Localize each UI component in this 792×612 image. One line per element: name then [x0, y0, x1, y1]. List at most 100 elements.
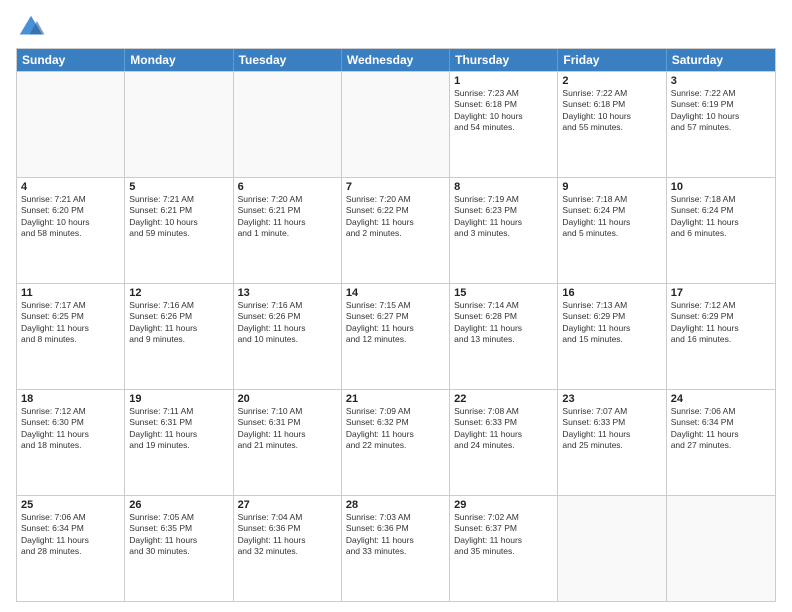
day-number: 14	[346, 287, 445, 299]
day-number: 3	[671, 75, 771, 87]
day-number: 13	[238, 287, 337, 299]
day-info: Sunrise: 7:04 AM Sunset: 6:36 PM Dayligh…	[238, 512, 337, 558]
weekday-header-wednesday: Wednesday	[342, 49, 450, 71]
calendar-row-4: 25Sunrise: 7:06 AM Sunset: 6:34 PM Dayli…	[17, 495, 775, 601]
calendar-cell: 9Sunrise: 7:18 AM Sunset: 6:24 PM Daylig…	[558, 178, 666, 283]
day-info: Sunrise: 7:07 AM Sunset: 6:33 PM Dayligh…	[562, 406, 661, 452]
day-number: 10	[671, 181, 771, 193]
day-number: 18	[21, 393, 120, 405]
day-number: 16	[562, 287, 661, 299]
weekday-header-saturday: Saturday	[667, 49, 775, 71]
calendar-cell: 16Sunrise: 7:13 AM Sunset: 6:29 PM Dayli…	[558, 284, 666, 389]
calendar-cell: 3Sunrise: 7:22 AM Sunset: 6:19 PM Daylig…	[667, 72, 775, 177]
calendar-cell: 27Sunrise: 7:04 AM Sunset: 6:36 PM Dayli…	[234, 496, 342, 601]
weekday-header-sunday: Sunday	[17, 49, 125, 71]
day-number: 5	[129, 181, 228, 193]
calendar-cell	[17, 72, 125, 177]
header	[16, 12, 776, 42]
day-info: Sunrise: 7:03 AM Sunset: 6:36 PM Dayligh…	[346, 512, 445, 558]
day-number: 4	[21, 181, 120, 193]
weekday-header-tuesday: Tuesday	[234, 49, 342, 71]
day-info: Sunrise: 7:02 AM Sunset: 6:37 PM Dayligh…	[454, 512, 553, 558]
day-info: Sunrise: 7:23 AM Sunset: 6:18 PM Dayligh…	[454, 88, 553, 134]
day-info: Sunrise: 7:17 AM Sunset: 6:25 PM Dayligh…	[21, 300, 120, 346]
calendar-cell: 15Sunrise: 7:14 AM Sunset: 6:28 PM Dayli…	[450, 284, 558, 389]
day-number: 20	[238, 393, 337, 405]
day-info: Sunrise: 7:18 AM Sunset: 6:24 PM Dayligh…	[562, 194, 661, 240]
day-info: Sunrise: 7:20 AM Sunset: 6:21 PM Dayligh…	[238, 194, 337, 240]
day-number: 12	[129, 287, 228, 299]
day-number: 25	[21, 499, 120, 511]
day-number: 8	[454, 181, 553, 193]
calendar-row-3: 18Sunrise: 7:12 AM Sunset: 6:30 PM Dayli…	[17, 389, 775, 495]
day-number: 24	[671, 393, 771, 405]
day-info: Sunrise: 7:06 AM Sunset: 6:34 PM Dayligh…	[21, 512, 120, 558]
day-number: 22	[454, 393, 553, 405]
day-number: 1	[454, 75, 553, 87]
day-number: 9	[562, 181, 661, 193]
day-info: Sunrise: 7:05 AM Sunset: 6:35 PM Dayligh…	[129, 512, 228, 558]
day-number: 29	[454, 499, 553, 511]
calendar-row-2: 11Sunrise: 7:17 AM Sunset: 6:25 PM Dayli…	[17, 283, 775, 389]
day-info: Sunrise: 7:12 AM Sunset: 6:30 PM Dayligh…	[21, 406, 120, 452]
day-info: Sunrise: 7:19 AM Sunset: 6:23 PM Dayligh…	[454, 194, 553, 240]
calendar-cell: 10Sunrise: 7:18 AM Sunset: 6:24 PM Dayli…	[667, 178, 775, 283]
calendar-cell	[125, 72, 233, 177]
calendar-cell	[342, 72, 450, 177]
day-number: 6	[238, 181, 337, 193]
calendar-cell: 6Sunrise: 7:20 AM Sunset: 6:21 PM Daylig…	[234, 178, 342, 283]
calendar-cell: 21Sunrise: 7:09 AM Sunset: 6:32 PM Dayli…	[342, 390, 450, 495]
calendar-row-1: 4Sunrise: 7:21 AM Sunset: 6:20 PM Daylig…	[17, 177, 775, 283]
calendar-cell: 2Sunrise: 7:22 AM Sunset: 6:18 PM Daylig…	[558, 72, 666, 177]
calendar-cell: 22Sunrise: 7:08 AM Sunset: 6:33 PM Dayli…	[450, 390, 558, 495]
day-info: Sunrise: 7:15 AM Sunset: 6:27 PM Dayligh…	[346, 300, 445, 346]
day-info: Sunrise: 7:12 AM Sunset: 6:29 PM Dayligh…	[671, 300, 771, 346]
calendar-cell: 25Sunrise: 7:06 AM Sunset: 6:34 PM Dayli…	[17, 496, 125, 601]
day-number: 17	[671, 287, 771, 299]
weekday-header-monday: Monday	[125, 49, 233, 71]
calendar-cell: 13Sunrise: 7:16 AM Sunset: 6:26 PM Dayli…	[234, 284, 342, 389]
day-info: Sunrise: 7:22 AM Sunset: 6:18 PM Dayligh…	[562, 88, 661, 134]
day-info: Sunrise: 7:18 AM Sunset: 6:24 PM Dayligh…	[671, 194, 771, 240]
day-info: Sunrise: 7:10 AM Sunset: 6:31 PM Dayligh…	[238, 406, 337, 452]
calendar-cell: 18Sunrise: 7:12 AM Sunset: 6:30 PM Dayli…	[17, 390, 125, 495]
day-number: 2	[562, 75, 661, 87]
day-info: Sunrise: 7:22 AM Sunset: 6:19 PM Dayligh…	[671, 88, 771, 134]
calendar-cell	[667, 496, 775, 601]
calendar-cell: 14Sunrise: 7:15 AM Sunset: 6:27 PM Dayli…	[342, 284, 450, 389]
day-info: Sunrise: 7:16 AM Sunset: 6:26 PM Dayligh…	[238, 300, 337, 346]
day-info: Sunrise: 7:16 AM Sunset: 6:26 PM Dayligh…	[129, 300, 228, 346]
calendar-cell: 24Sunrise: 7:06 AM Sunset: 6:34 PM Dayli…	[667, 390, 775, 495]
day-info: Sunrise: 7:13 AM Sunset: 6:29 PM Dayligh…	[562, 300, 661, 346]
day-number: 23	[562, 393, 661, 405]
calendar-cell: 8Sunrise: 7:19 AM Sunset: 6:23 PM Daylig…	[450, 178, 558, 283]
day-info: Sunrise: 7:06 AM Sunset: 6:34 PM Dayligh…	[671, 406, 771, 452]
calendar-cell: 1Sunrise: 7:23 AM Sunset: 6:18 PM Daylig…	[450, 72, 558, 177]
calendar-header: SundayMondayTuesdayWednesdayThursdayFrid…	[17, 49, 775, 71]
calendar-cell: 11Sunrise: 7:17 AM Sunset: 6:25 PM Dayli…	[17, 284, 125, 389]
calendar-cell: 26Sunrise: 7:05 AM Sunset: 6:35 PM Dayli…	[125, 496, 233, 601]
day-number: 11	[21, 287, 120, 299]
day-info: Sunrise: 7:14 AM Sunset: 6:28 PM Dayligh…	[454, 300, 553, 346]
calendar-cell	[558, 496, 666, 601]
calendar-cell: 7Sunrise: 7:20 AM Sunset: 6:22 PM Daylig…	[342, 178, 450, 283]
day-number: 21	[346, 393, 445, 405]
day-info: Sunrise: 7:21 AM Sunset: 6:21 PM Dayligh…	[129, 194, 228, 240]
page: SundayMondayTuesdayWednesdayThursdayFrid…	[0, 0, 792, 612]
calendar-row-0: 1Sunrise: 7:23 AM Sunset: 6:18 PM Daylig…	[17, 71, 775, 177]
logo	[16, 12, 50, 42]
calendar-cell: 28Sunrise: 7:03 AM Sunset: 6:36 PM Dayli…	[342, 496, 450, 601]
day-info: Sunrise: 7:20 AM Sunset: 6:22 PM Dayligh…	[346, 194, 445, 240]
logo-icon	[16, 12, 46, 42]
calendar-cell: 4Sunrise: 7:21 AM Sunset: 6:20 PM Daylig…	[17, 178, 125, 283]
weekday-header-thursday: Thursday	[450, 49, 558, 71]
day-number: 26	[129, 499, 228, 511]
calendar-cell: 12Sunrise: 7:16 AM Sunset: 6:26 PM Dayli…	[125, 284, 233, 389]
day-number: 28	[346, 499, 445, 511]
day-info: Sunrise: 7:09 AM Sunset: 6:32 PM Dayligh…	[346, 406, 445, 452]
calendar: SundayMondayTuesdayWednesdayThursdayFrid…	[16, 48, 776, 602]
day-number: 19	[129, 393, 228, 405]
day-info: Sunrise: 7:21 AM Sunset: 6:20 PM Dayligh…	[21, 194, 120, 240]
calendar-cell	[234, 72, 342, 177]
calendar-cell: 17Sunrise: 7:12 AM Sunset: 6:29 PM Dayli…	[667, 284, 775, 389]
